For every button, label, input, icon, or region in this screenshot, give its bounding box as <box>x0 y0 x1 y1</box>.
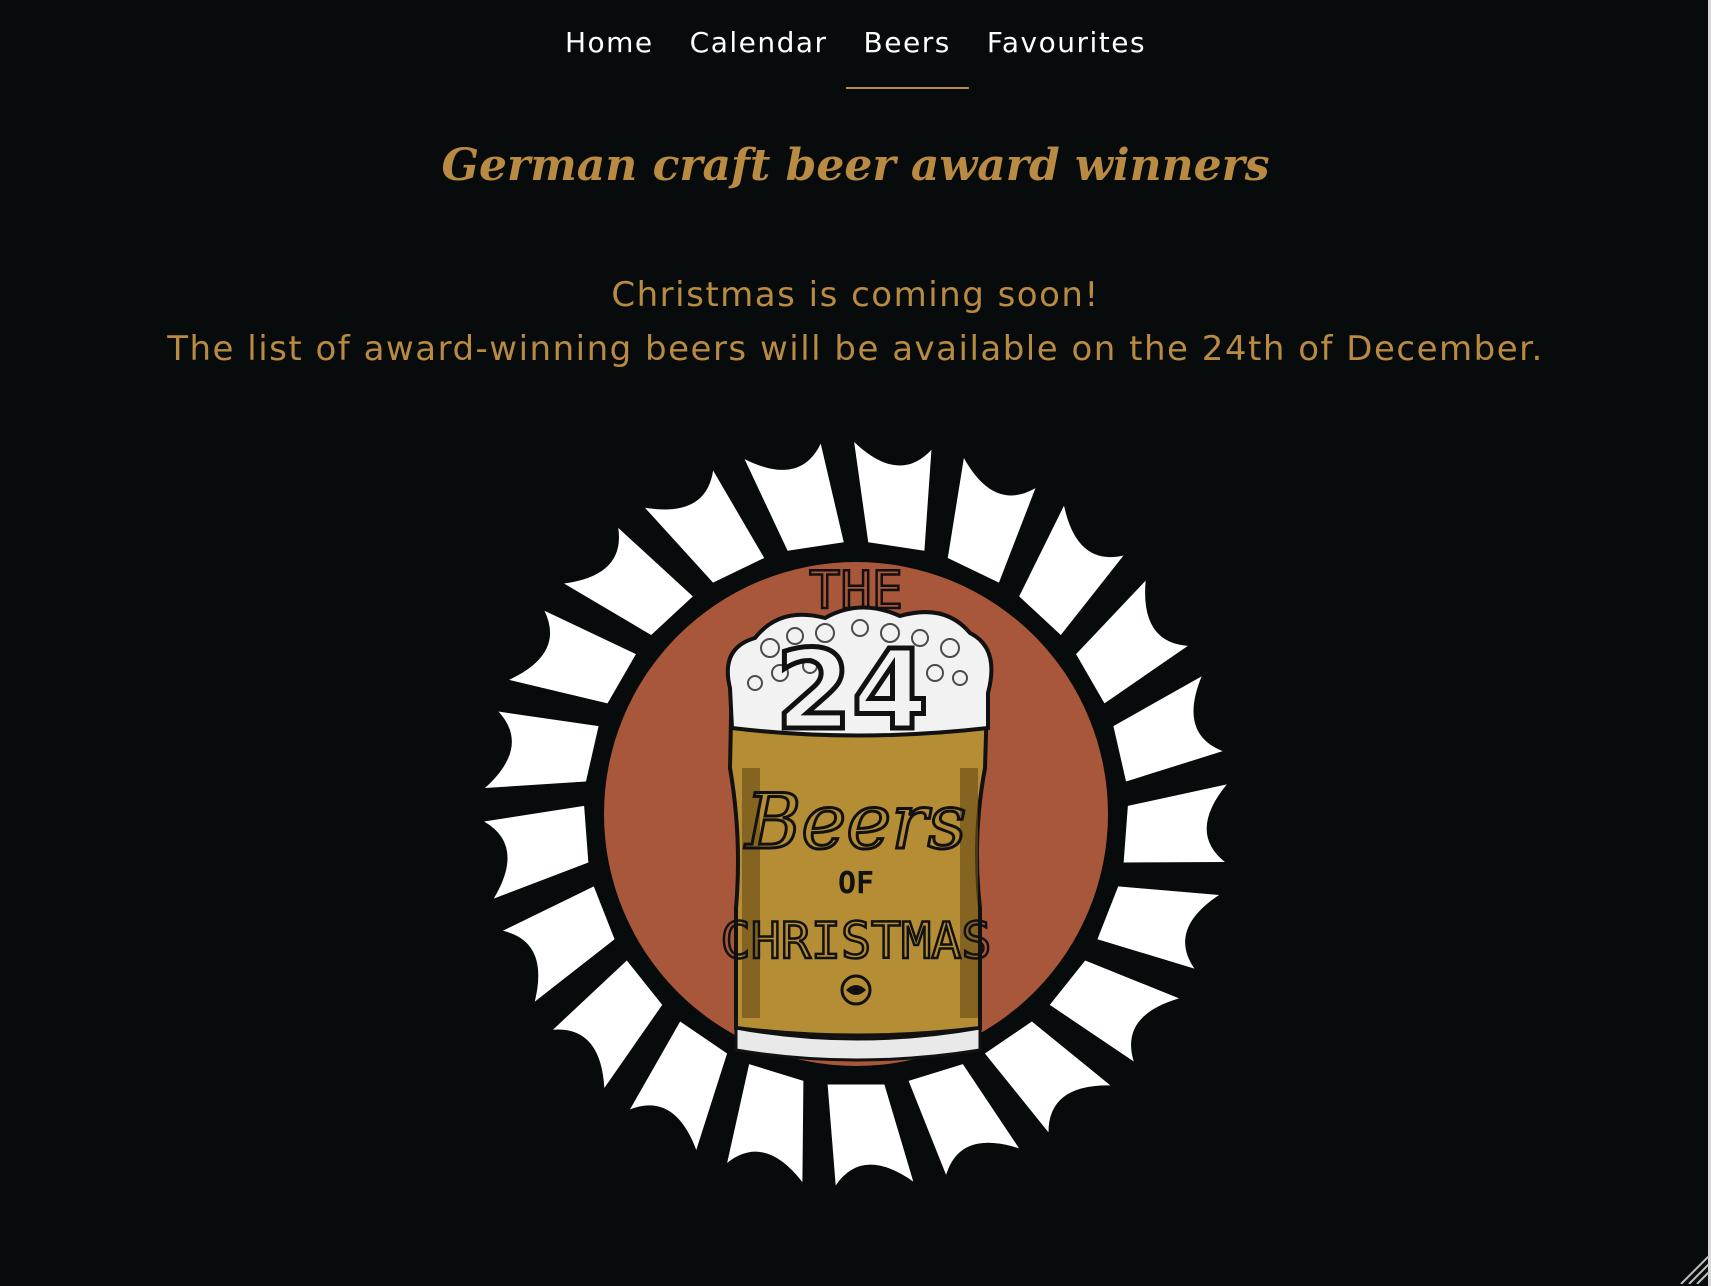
cap-tooth <box>1113 676 1223 782</box>
coming-soon-message: Christmas is coming soon! The list of aw… <box>0 268 1711 376</box>
cap-tooth <box>908 1064 1020 1175</box>
cap-tooth <box>827 1084 914 1186</box>
bottle-cap-logo-svg: THE 24 Beers OF CHRISTMAS <box>484 442 1227 1186</box>
cap-tooth <box>644 470 765 583</box>
cap-tooth <box>984 1021 1111 1133</box>
page-title: German craft beer award winners <box>441 140 1270 191</box>
message-line-1: Christmas is coming soon! <box>611 275 1100 315</box>
cap-tooth <box>1123 784 1227 863</box>
logo-text-number: 24 <box>775 626 928 754</box>
logo-text-christmas: CHRISTMAS <box>721 912 992 970</box>
nav-calendar[interactable]: Calendar <box>672 22 846 89</box>
cap-tooth <box>854 442 932 551</box>
cap-tooth <box>502 886 615 1002</box>
logo-text-the: THE <box>809 561 903 621</box>
cap-tooth <box>484 711 599 789</box>
bottle-cap-logo: THE 24 Beers OF CHRISTMAS <box>480 438 1232 1190</box>
nav-favourites[interactable]: Favourites <box>969 22 1164 89</box>
resize-grip-icon[interactable] <box>1675 1250 1709 1284</box>
page: Home Calendar Beers Favourites German cr… <box>0 0 1711 1286</box>
main-nav: Home Calendar Beers Favourites <box>0 22 1711 89</box>
cap-tooth <box>947 457 1036 583</box>
logo-text-of: OF <box>838 866 874 901</box>
cap-tooth <box>744 443 844 551</box>
cap-tooth <box>629 1021 728 1150</box>
cap-tooth <box>484 805 589 899</box>
message-line-2: The list of award-winning beers will be … <box>167 329 1544 369</box>
nav-beers[interactable]: Beers <box>845 22 970 89</box>
cap-tooth <box>509 610 636 704</box>
cap-tooth <box>727 1064 804 1183</box>
logo-text-beers: Beers <box>743 777 966 866</box>
cap-tooth <box>1076 580 1188 704</box>
nav-home[interactable]: Home <box>547 22 672 89</box>
cap-tooth <box>1097 886 1220 969</box>
